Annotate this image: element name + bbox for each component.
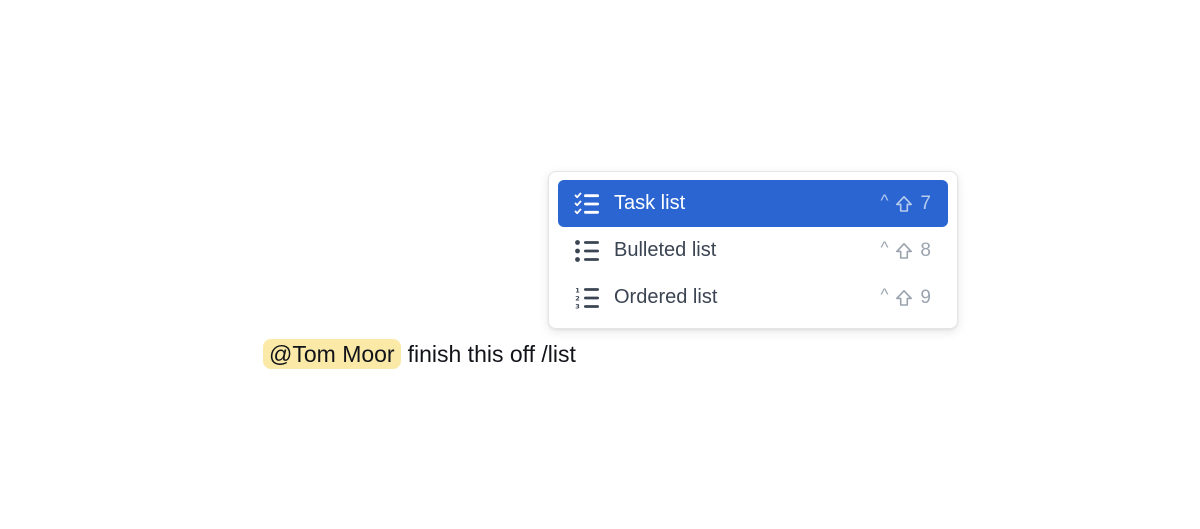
- menu-item-bulleted-list[interactable]: Bulleted list ^ 8: [558, 227, 948, 274]
- keyboard-shortcut: ^ 9: [880, 284, 931, 309]
- shift-arrow-icon: [895, 242, 913, 260]
- ctrl-key-icon: ^: [880, 284, 889, 304]
- menu-item-ordered-list[interactable]: 1 2 3 Ordered list ^ 9: [558, 274, 948, 321]
- editor-paragraph[interactable]: @Tom Moor finish this off /list: [263, 338, 576, 370]
- shift-arrow-icon: [895, 289, 913, 307]
- shortcut-key: 8: [920, 239, 931, 261]
- shortcut-key: 7: [920, 192, 931, 214]
- ordered-list-icon: 1 2 3: [574, 286, 600, 310]
- ctrl-key-icon: ^: [880, 237, 889, 257]
- checklist-icon: [574, 192, 600, 216]
- menu-item-task-list[interactable]: Task list ^ 7: [558, 180, 948, 227]
- svg-text:2: 2: [575, 294, 580, 302]
- shortcut-key: 9: [920, 286, 931, 308]
- ctrl-key-icon: ^: [880, 190, 889, 210]
- svg-text:1: 1: [575, 286, 580, 294]
- keyboard-shortcut: ^ 7: [880, 190, 931, 215]
- svg-text:3: 3: [575, 302, 580, 310]
- menu-item-label: Task list: [614, 192, 686, 214]
- shift-arrow-icon: [895, 195, 913, 213]
- user-mention[interactable]: @Tom Moor: [263, 339, 401, 369]
- bulleted-list-icon: [574, 239, 600, 263]
- menu-item-label: Bulleted list: [614, 239, 717, 261]
- menu-item-label: Ordered list: [614, 286, 718, 308]
- block-command-menu: Task list ^ 7 Bulleted list ^ 8 1 2 3 Or…: [548, 171, 958, 329]
- keyboard-shortcut: ^ 8: [880, 237, 931, 262]
- editor-text[interactable]: finish this off /list: [408, 341, 576, 368]
